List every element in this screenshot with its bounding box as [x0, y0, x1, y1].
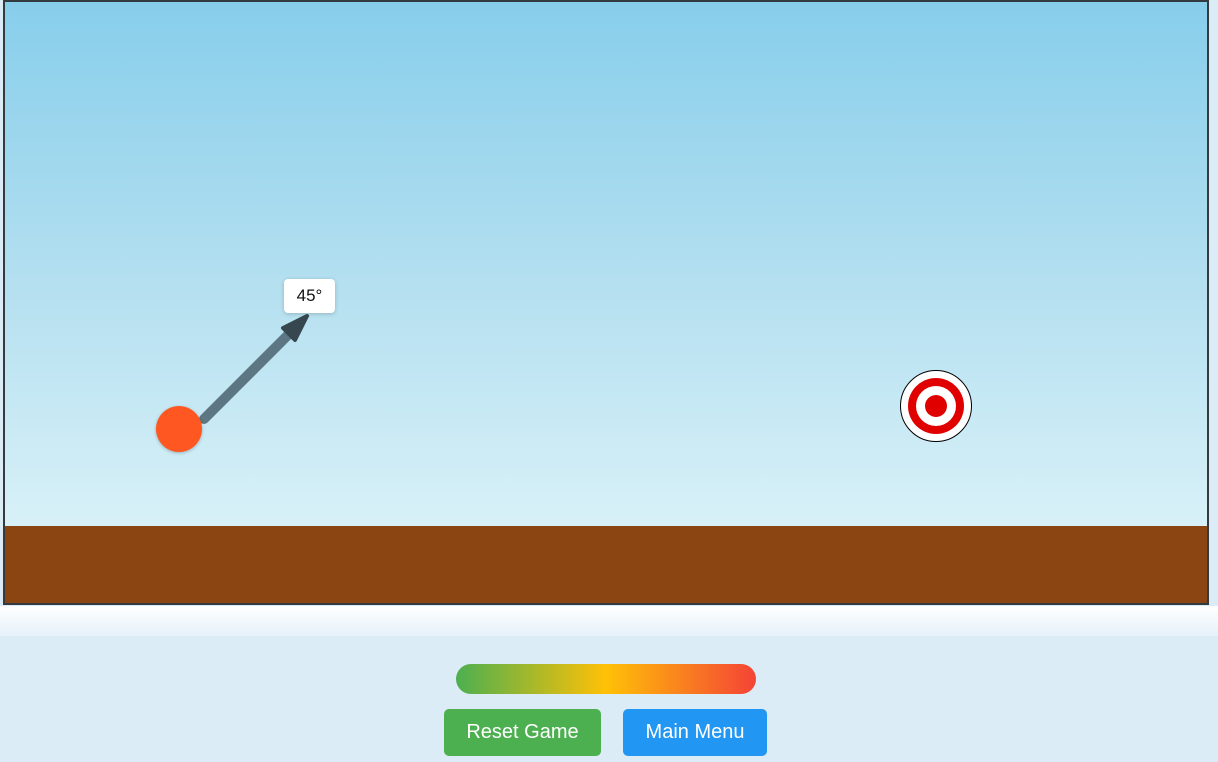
game-canvas[interactable]: 45° — [3, 0, 1209, 605]
panel-divider — [0, 606, 1218, 636]
bullseye-target-icon — [900, 370, 972, 442]
angle-indicator: 45° — [284, 279, 335, 313]
projectile-ball[interactable] — [156, 406, 202, 452]
ground — [5, 526, 1207, 603]
main-menu-button[interactable]: Main Menu — [623, 709, 767, 756]
power-meter — [456, 664, 756, 694]
reset-game-button[interactable]: Reset Game — [444, 709, 601, 756]
aim-arrow-shaft — [199, 322, 301, 424]
